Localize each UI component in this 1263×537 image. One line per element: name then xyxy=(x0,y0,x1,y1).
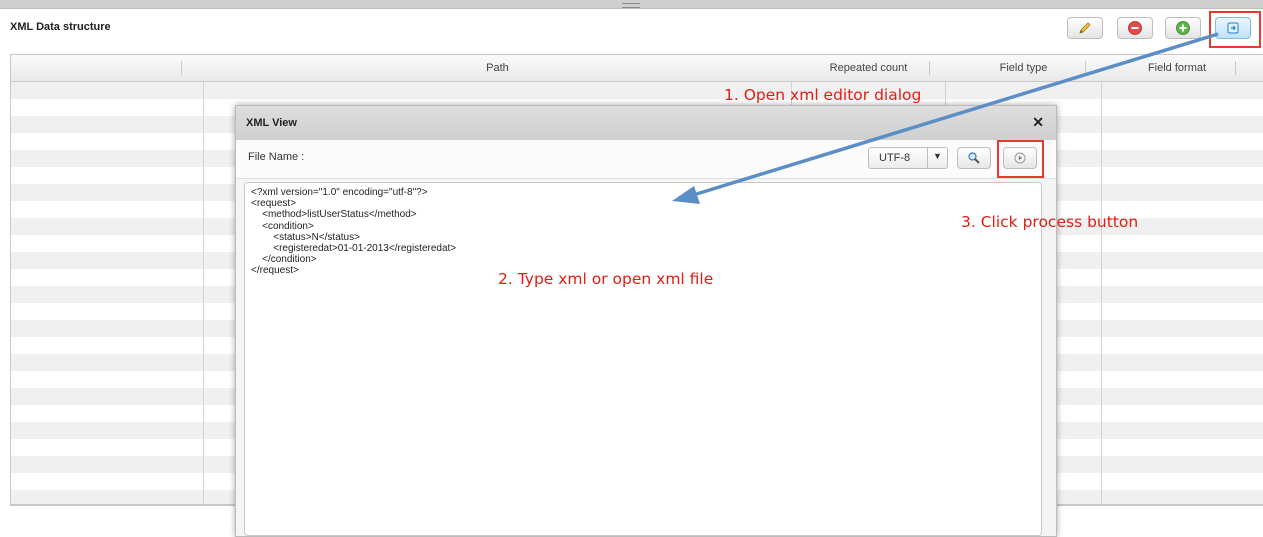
close-icon[interactable]: ✕ xyxy=(1032,114,1044,131)
annotation-step-2: 2. Type xml or open xml file xyxy=(498,270,714,288)
table-row[interactable] xyxy=(11,82,1263,99)
dialog-header[interactable]: XML View ✕ xyxy=(236,106,1056,141)
open-file-button[interactable] xyxy=(957,147,991,169)
file-name-label: File Name : xyxy=(248,151,305,163)
file-bar: File Name : UTF-8 ▼ xyxy=(236,140,1056,179)
column-header-path[interactable]: Path xyxy=(204,55,791,81)
add-button[interactable] xyxy=(1165,17,1201,39)
column-header-select[interactable] xyxy=(11,55,203,81)
xml-editor[interactable]: <?xml version="1.0" encoding="utf-8"?> <… xyxy=(244,182,1042,536)
header-divider xyxy=(1235,61,1236,75)
minus-circle-icon xyxy=(1128,21,1142,35)
resize-grip-icon[interactable] xyxy=(622,3,640,8)
dropdown-arrow-icon: ▼ xyxy=(933,151,942,161)
plus-circle-icon xyxy=(1176,21,1190,35)
header-divider xyxy=(1085,61,1086,75)
column-header-field-format[interactable]: Field format xyxy=(1102,55,1252,81)
dialog-title: XML View xyxy=(246,117,297,129)
delete-button[interactable] xyxy=(1117,17,1153,39)
encoding-value: UTF-8 xyxy=(879,152,911,164)
panel-title: XML Data structure xyxy=(10,21,111,33)
column-header-repeated-count[interactable]: Repeated count xyxy=(792,55,945,81)
annotation-step-1: 1. Open xml editor dialog xyxy=(724,86,922,104)
xml-import-icon xyxy=(1227,22,1239,34)
annotation-step-3: 3. Click process button xyxy=(961,213,1139,231)
process-button[interactable] xyxy=(1003,147,1037,169)
header-divider xyxy=(181,61,182,75)
play-circle-icon xyxy=(1014,152,1026,164)
magnifier-icon xyxy=(968,152,980,164)
table-header: Path Repeated count Field type Field for… xyxy=(11,55,1263,82)
select-divider xyxy=(927,148,928,168)
xml-view-dialog: XML View ✕ File Name : UTF-8 ▼ <?xml ver… xyxy=(235,105,1057,537)
xml-editor-content[interactable]: <?xml version="1.0" encoding="utf-8"?> <… xyxy=(251,187,1035,277)
header-divider xyxy=(929,61,930,75)
column-divider xyxy=(1101,55,1102,505)
open-xml-editor-button[interactable] xyxy=(1215,17,1251,39)
column-divider xyxy=(203,55,204,505)
column-header-field-type[interactable]: Field type xyxy=(946,55,1101,81)
encoding-select[interactable]: UTF-8 ▼ xyxy=(868,147,948,169)
pencil-icon xyxy=(1079,22,1091,34)
top-resize-bar[interactable] xyxy=(0,0,1263,9)
edit-button[interactable] xyxy=(1067,17,1103,39)
